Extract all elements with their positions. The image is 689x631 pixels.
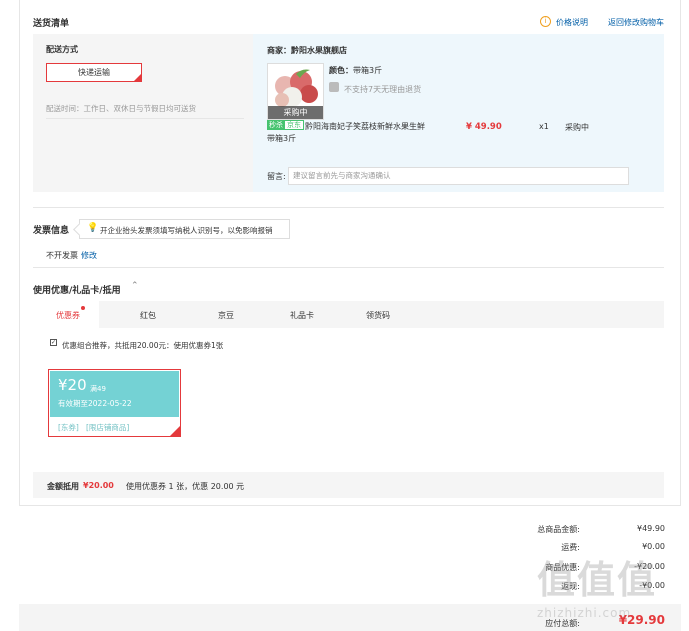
price-note-link[interactable]: 价格说明 (556, 17, 588, 28)
coupon-card[interactable]: ¥20 满49 有效期至2022-05-22 [东券] [限店铺商品] (48, 369, 181, 437)
invoice-value: 不开发票 (46, 251, 78, 260)
message-input[interactable]: 建议留言前先与商家沟通确认 (288, 167, 629, 185)
combo-note: 优惠组合推荐，共抵用20.00元：使用优惠券1张 (62, 341, 224, 350)
color-value: 带箱3斤 (353, 66, 383, 75)
message-label: 留言: (267, 172, 286, 181)
discount-title[interactable]: 使用优惠/礼品卡/抵用 (33, 283, 121, 296)
divider (46, 118, 244, 119)
product-spec: 带箱3斤 (267, 134, 297, 143)
jd-tag: 京东 (284, 120, 304, 130)
discount-footer-amount: ¥20.00 (83, 481, 114, 490)
express-shipping-label: 快递运输 (78, 68, 110, 77)
back-to-cart-link[interactable]: 返回修改购物车 (608, 17, 664, 28)
color-label: 颜色： (329, 66, 353, 75)
purchasing-badge: 采购中 (268, 106, 323, 119)
coupon-condition: 满49 (90, 385, 106, 393)
product-name[interactable]: 黔阳海南妃子笑荔枝新鲜水果生鲜 (305, 121, 425, 132)
lightbulb-icon: 💡 (87, 223, 99, 233)
return-policy: 不支持7天无理由退货 (344, 85, 422, 94)
discount-footer-label: 金额抵用 (47, 482, 79, 491)
product-image[interactable]: 采购中 (267, 63, 324, 120)
delivery-section-title: 送货清单 (33, 19, 70, 29)
tab-jingdou[interactable]: 京豆 (218, 310, 234, 321)
color-attr: 颜色：带箱3斤 (329, 65, 382, 76)
info-icon: i (540, 16, 551, 27)
invoice-tip: 💡 开企业抬头发票须填写纳税人识别号，以免影响报销 (73, 219, 290, 239)
product-qty: x1 (539, 122, 549, 131)
discount-tabs (33, 301, 664, 328)
invoice-tip-text: 开企业抬头发票须填写纳税人识别号，以免影响报销 (100, 226, 273, 235)
summary-goods-value: ¥49.90 (637, 524, 665, 533)
new-dot-icon (81, 306, 85, 310)
store-name: 商家：黔阳水果旗舰店 (267, 46, 347, 55)
watermark-logo: 值值值 (537, 558, 658, 602)
watermark-site: zhizhizhi.com (537, 606, 632, 620)
divider (33, 267, 664, 268)
delivery-time-note: 配送时间：工作日、双休日与节假日均可送货 (46, 104, 196, 113)
coupon-amount: ¥20 (58, 376, 87, 394)
tab-gift-card[interactable]: 礼品卡 (290, 310, 314, 321)
tab-red-packet[interactable]: 红包 (140, 310, 156, 321)
chevron-up-icon[interactable]: ⌃ (131, 281, 139, 291)
divider (33, 207, 664, 208)
flash-sale-tag: 秒杀 (267, 120, 285, 130)
coupon-scope: [限店铺商品] (86, 423, 130, 432)
discount-footer-note: 使用优惠券 1 张，优惠 20.00 元 (126, 482, 245, 491)
product-status: 采购中 (565, 123, 589, 132)
tab-redeem-code[interactable]: 领货码 (366, 310, 390, 321)
invoice-edit-link[interactable]: 修改 (81, 250, 97, 261)
combo-checkbox[interactable]: ✓ (50, 339, 57, 346)
tab-coupon[interactable]: 优惠券 (56, 310, 80, 321)
express-shipping-option[interactable]: 快递运输 (46, 63, 142, 82)
summary-goods-label: 总商品金额: (537, 525, 580, 534)
invoice-title: 发票信息 (33, 226, 70, 236)
selected-corner-icon (134, 74, 141, 81)
coupon-validity: 有效期至2022-05-22 (58, 399, 132, 408)
product-price: ¥ 49.90 (466, 122, 502, 132)
no-return-icon (329, 82, 339, 92)
coupon-type: [东券] (58, 423, 79, 432)
selected-corner-icon (170, 426, 180, 436)
watermark: 值值值 zhizhizhi.com (537, 549, 687, 629)
shipping-method-label: 配送方式 (46, 45, 78, 54)
